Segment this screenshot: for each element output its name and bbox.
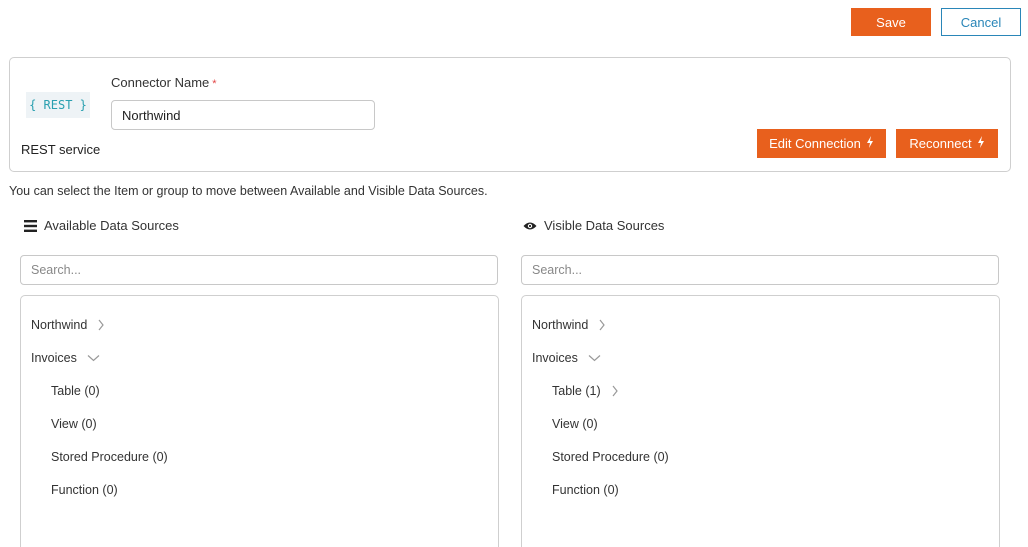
list-icon xyxy=(23,219,37,233)
chevron-down-icon[interactable] xyxy=(588,354,601,362)
available-search-input[interactable] xyxy=(20,255,498,285)
tree-item-function[interactable]: Function (0) xyxy=(552,483,619,497)
tree-item-view[interactable]: View (0) xyxy=(51,417,97,431)
chevron-right-icon[interactable] xyxy=(611,385,619,397)
tree-item-table[interactable]: Table (1) xyxy=(552,384,619,398)
reconnect-label: Reconnect xyxy=(909,136,972,151)
available-tree: Northwind Invoices Table (0) View (0) St… xyxy=(20,295,499,547)
lightning-icon xyxy=(977,136,985,151)
chevron-right-icon[interactable] xyxy=(598,319,606,331)
tree-item-label: Invoices xyxy=(31,351,77,365)
tree-item-label: Northwind xyxy=(532,318,589,332)
tree-item-invoices[interactable]: Invoices xyxy=(532,351,601,365)
visible-sources-title-text: Visible Data Sources xyxy=(544,218,665,233)
tree-item-label: Table (1) xyxy=(552,384,601,398)
available-sources-title-text: Available Data Sources xyxy=(44,218,179,233)
tree-item-label: Northwind xyxy=(31,318,88,332)
tree-item-northwind[interactable]: Northwind xyxy=(31,318,105,332)
reconnect-button[interactable]: Reconnect xyxy=(896,129,998,158)
cancel-button[interactable]: Cancel xyxy=(941,8,1021,36)
instructions-text: You can select the Item or group to move… xyxy=(9,184,488,198)
edit-connection-button[interactable]: Edit Connection xyxy=(757,129,886,158)
tree-item-function[interactable]: Function (0) xyxy=(51,483,118,497)
visible-search-input[interactable] xyxy=(521,255,999,285)
connector-type-label: REST service xyxy=(21,142,101,157)
chevron-right-icon[interactable] xyxy=(97,319,105,331)
tree-item-invoices[interactable]: Invoices xyxy=(31,351,100,365)
rest-logo: { REST } xyxy=(26,92,90,118)
tree-item-table[interactable]: Table (0) xyxy=(51,384,100,398)
tree-item-stored-procedure[interactable]: Stored Procedure (0) xyxy=(51,450,168,464)
connector-name-label: Connector Name * xyxy=(111,75,217,90)
tree-item-stored-procedure[interactable]: Stored Procedure (0) xyxy=(552,450,669,464)
tree-item-northwind[interactable]: Northwind xyxy=(532,318,606,332)
save-button[interactable]: Save xyxy=(851,8,931,36)
connector-name-input[interactable] xyxy=(111,100,375,130)
chevron-down-icon[interactable] xyxy=(87,354,100,362)
lightning-icon xyxy=(866,136,874,151)
required-mark: * xyxy=(212,78,217,90)
visible-sources-title: Visible Data Sources xyxy=(523,218,664,233)
tree-item-view[interactable]: View (0) xyxy=(552,417,598,431)
connector-name-label-text: Connector Name xyxy=(111,75,210,90)
visible-tree: Northwind Invoices Table (1) View (0) St… xyxy=(521,295,1000,547)
eye-icon xyxy=(523,219,537,233)
connector-card: { REST } REST service Connector Name* Ed… xyxy=(9,57,1011,172)
available-sources-title: Available Data Sources xyxy=(23,218,179,233)
edit-connection-label: Edit Connection xyxy=(769,136,861,151)
tree-item-label: Invoices xyxy=(532,351,578,365)
